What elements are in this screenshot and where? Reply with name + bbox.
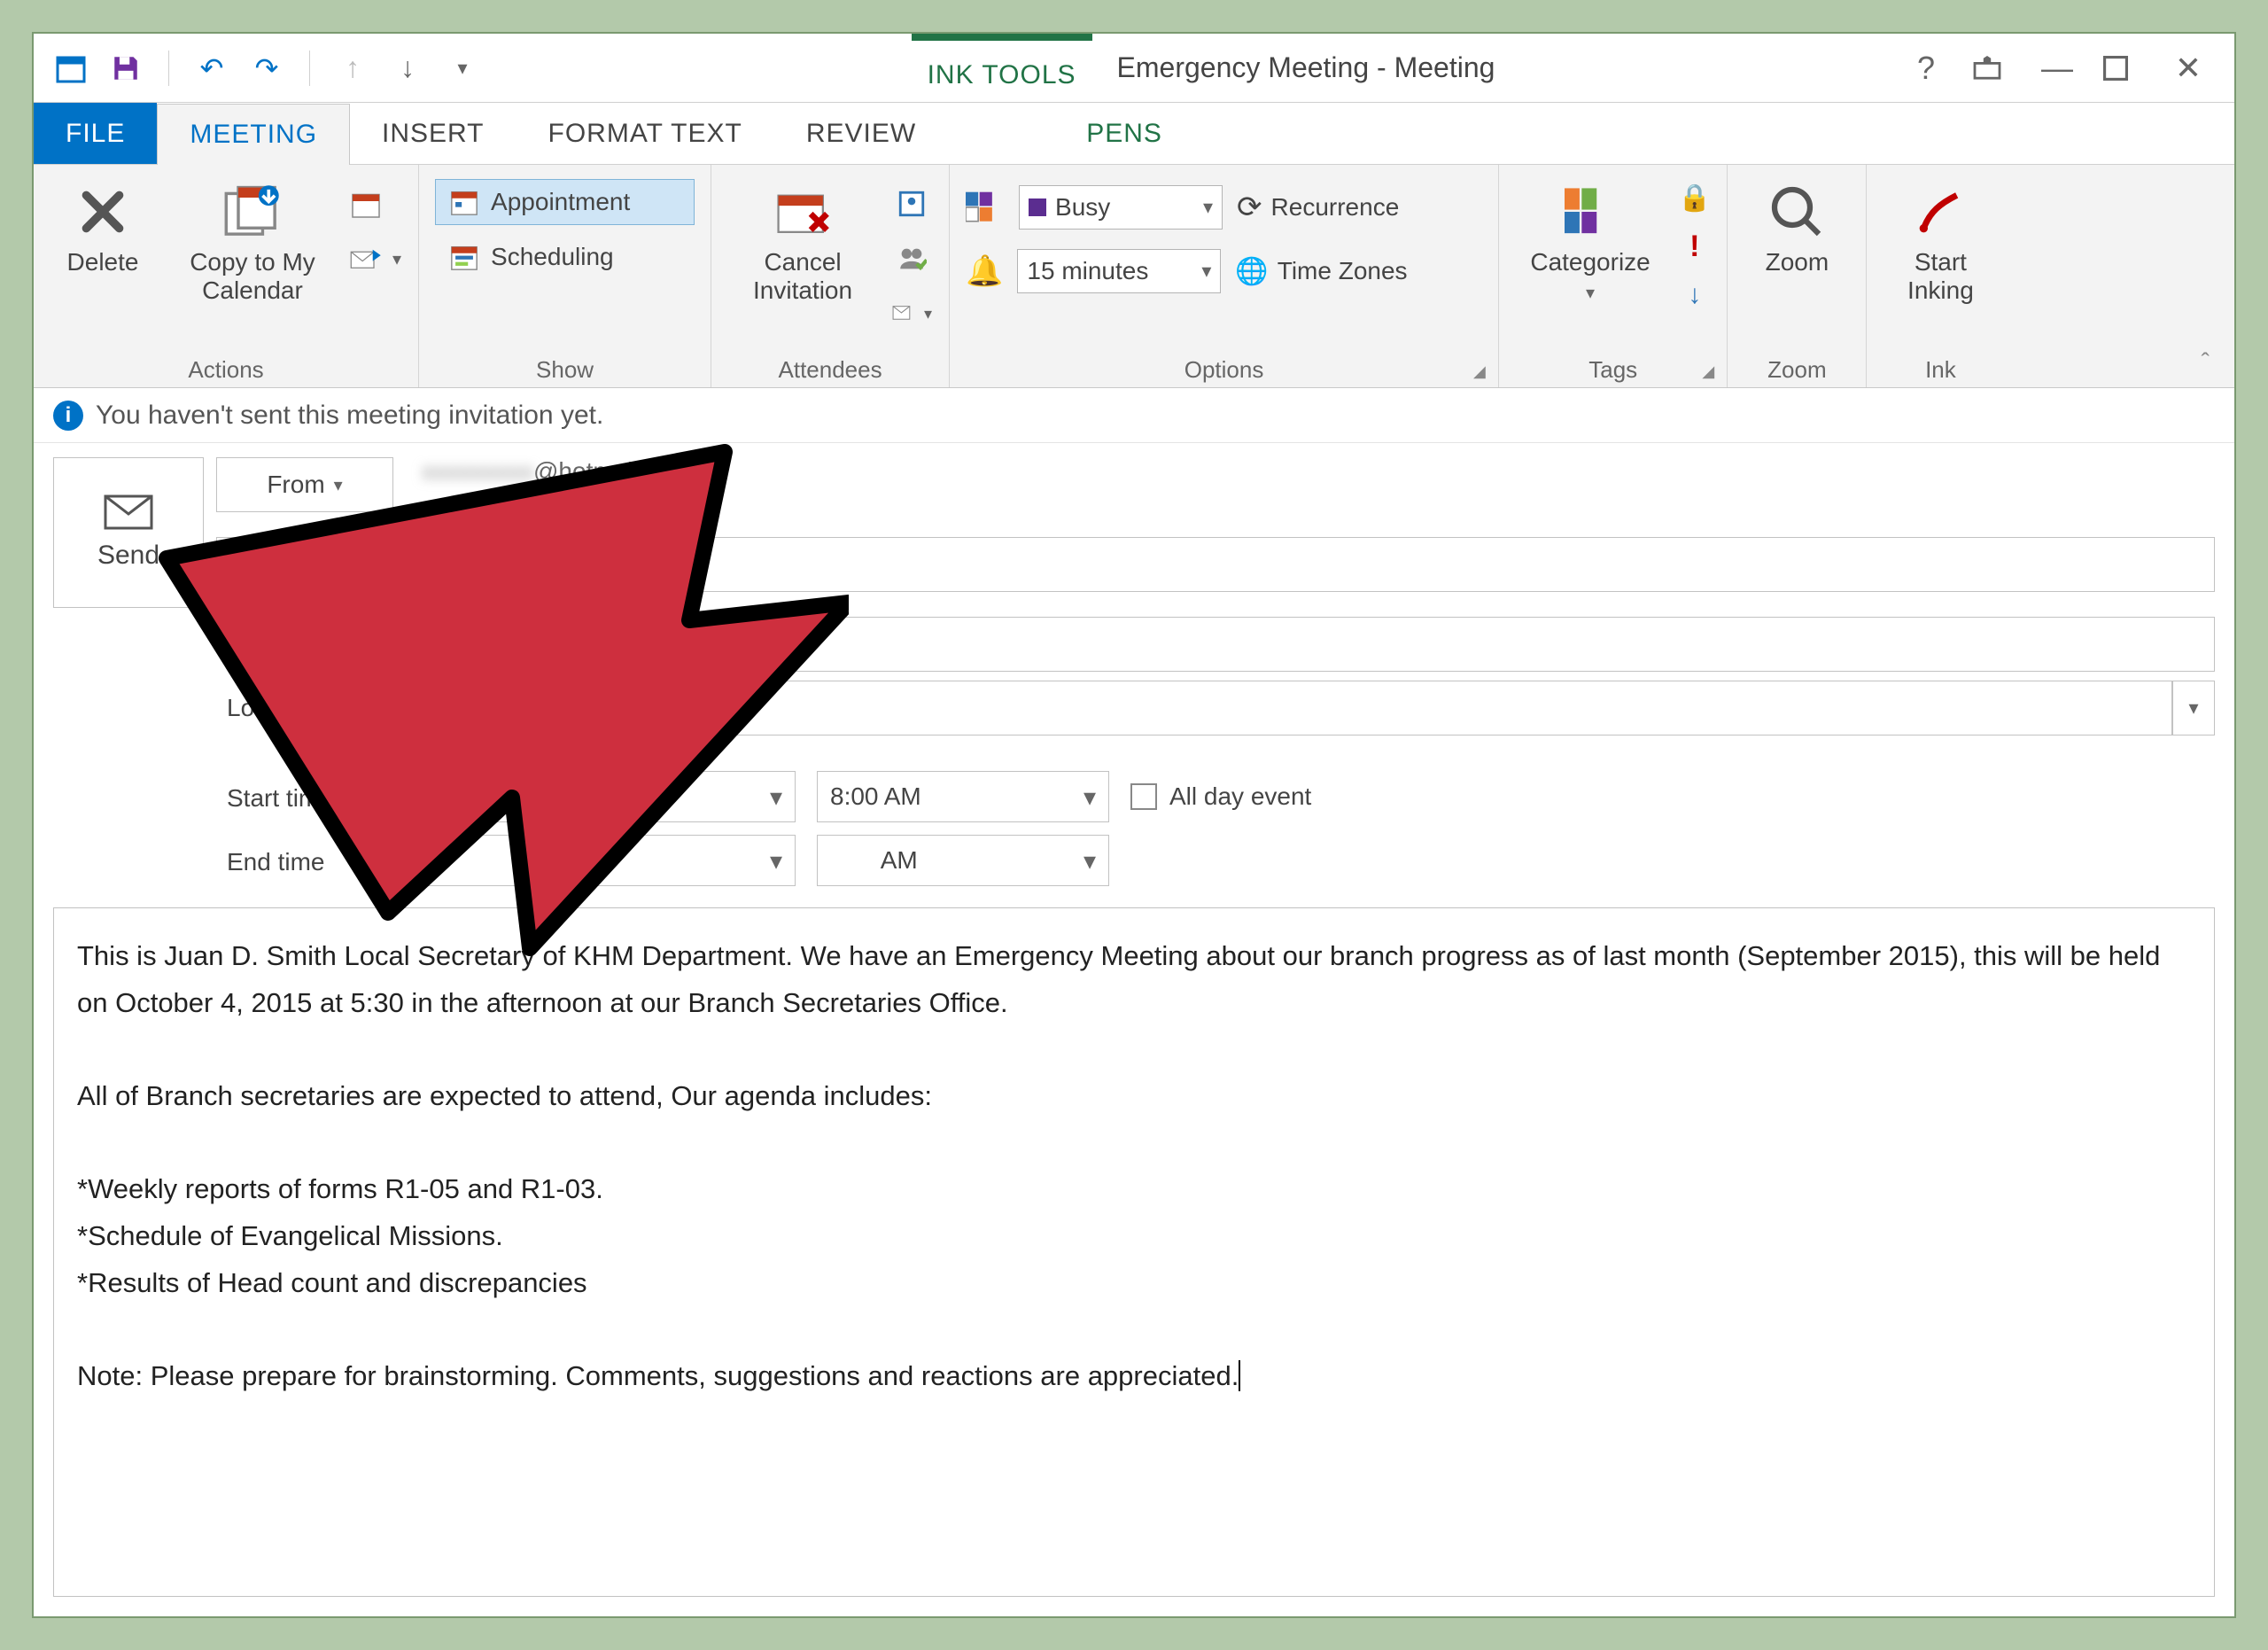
window-controls: ? — ✕ (1907, 50, 2234, 87)
scheduling-button[interactable]: Scheduling (435, 234, 695, 280)
to-field[interactable] (406, 537, 2215, 592)
meeting-body[interactable]: This is Juan D. Smith Local Secretary of… (53, 907, 2215, 1597)
close-icon[interactable]: ✕ (2169, 50, 2208, 87)
tags-dialog-launcher-icon[interactable]: ◢ (1702, 362, 1723, 384)
copy-to-calendar-button[interactable]: Copy to My Calendar (168, 174, 337, 305)
next-icon[interactable]: ↓ (388, 49, 427, 88)
cancel-invitation-button[interactable]: Cancel Invitation (727, 174, 878, 305)
end-date-combo[interactable]: ▾ (406, 835, 796, 886)
delete-icon (72, 181, 134, 243)
categorize-icon (1559, 181, 1621, 243)
scheduling-icon (448, 241, 480, 273)
ribbon-group-attendees: Cancel Invitation ▾ Attendees (711, 165, 950, 387)
cancel-invitation-icon (772, 181, 834, 243)
recurrence-icon: ⟳ (1237, 190, 1262, 225)
info-icon: i (53, 401, 83, 431)
window-title: Emergency Meeting - Meeting (1117, 51, 1495, 84)
redo-icon[interactable]: ↷ (247, 49, 286, 88)
globe-icon: 🌐 (1235, 256, 1268, 287)
tab-pens[interactable]: PENS (1054, 103, 1194, 164)
subject-field[interactable] (406, 617, 2215, 672)
location-label: Location (216, 681, 393, 735)
check-names-icon[interactable] (890, 236, 933, 282)
calendar-small-icon[interactable] (349, 181, 402, 227)
private-icon[interactable]: 🔒 (1678, 183, 1711, 214)
ribbon-group-label: Ink (1883, 353, 1998, 384)
help-icon[interactable]: ? (1907, 50, 1946, 87)
location-field[interactable] (406, 681, 2172, 735)
ink-tools-context-tab: INK TOOLS (912, 34, 1092, 103)
quick-access-toolbar: ↶ ↷ ↑ ↓ ▾ (34, 49, 500, 88)
qat-customize-icon[interactable]: ▾ (443, 49, 482, 88)
calendar-copy-icon (221, 181, 284, 243)
ribbon-group-options: Busy▾ ⟳Recurrence 🔔 15 minutes▾ 🌐Time Zo… (950, 165, 1499, 387)
address-book-icon[interactable] (890, 181, 933, 227)
forward-small-icon[interactable]: ▾ (349, 236, 402, 282)
appointment-button[interactable]: Appointment (435, 179, 695, 225)
infobar-text: You haven't sent this meeting invitation… (96, 401, 603, 431)
envelope-icon (104, 494, 153, 530)
ribbon-group-label: Tags (1515, 353, 1711, 384)
maximize-icon[interactable] (2103, 56, 2142, 81)
time-zones-button[interactable]: 🌐Time Zones (1235, 256, 1407, 287)
tab-review[interactable]: REVIEW (774, 103, 948, 164)
show-as-combo[interactable]: Busy▾ (1019, 185, 1223, 230)
start-inking-button[interactable]: Start Inking (1883, 174, 1998, 305)
all-day-checkbox[interactable]: All day event (1130, 782, 1311, 811)
response-options-icon[interactable]: ▾ (890, 291, 933, 337)
to-button[interactable]: To... (216, 537, 393, 592)
ink-pen-icon (1909, 181, 1971, 243)
end-time-label: End time (216, 835, 393, 890)
outlook-meeting-window: ↶ ↷ ↑ ↓ ▾ INK TOOLS Emergency Meeting - … (32, 32, 2236, 1618)
appointment-icon (448, 186, 480, 218)
ribbon-group-label: Actions (50, 353, 402, 384)
low-importance-icon[interactable]: ↓ (1688, 280, 1701, 310)
tab-meeting[interactable]: MEETING (157, 104, 350, 165)
end-time-combo[interactable]: AM▾ (817, 835, 1109, 886)
delete-button[interactable]: Delete (50, 174, 156, 276)
ribbon-group-tags: Categorize▾ 🔒 ! ↓ Tags ◢ (1499, 165, 1728, 387)
show-as-icon (966, 191, 1005, 223)
send-button[interactable]: Send (53, 457, 204, 608)
ribbon-group-label: Show (435, 353, 695, 384)
tab-insert[interactable]: INSERT (350, 103, 516, 164)
ribbon-group-actions: Delete Copy to My Calendar ▾ Actions (34, 165, 419, 387)
ribbon: Delete Copy to My Calendar ▾ Actions App… (34, 165, 2234, 388)
previous-icon: ↑ (333, 49, 372, 88)
options-dialog-launcher-icon[interactable]: ◢ (1473, 362, 1495, 384)
ribbon-group-label: Attendees (727, 353, 933, 384)
infobar: i You haven't sent this meeting invitati… (34, 388, 2234, 443)
tab-format-text[interactable]: FORMAT TEXT (517, 103, 774, 164)
start-time-label: Start time (216, 771, 393, 826)
from-value: xxxxxxxxx@hotmail.com (406, 457, 2215, 486)
reminder-combo[interactable]: 15 minutes▾ (1017, 249, 1221, 293)
ribbon-group-zoom: Zoom Zoom (1728, 165, 1867, 387)
save-icon[interactable] (106, 49, 145, 88)
start-date-combo[interactable]: ▾ (406, 771, 796, 822)
ribbon-group-label: Options (966, 353, 1482, 384)
from-button[interactable]: From▾ (216, 457, 393, 512)
location-dropdown-icon[interactable]: ▾ (2172, 681, 2215, 735)
ribbon-group-show: Appointment Scheduling Show (419, 165, 711, 387)
ribbon-group-label: Zoom (1744, 353, 1850, 384)
undo-icon[interactable]: ↶ (192, 49, 231, 88)
ribbon-tabs: FILE MEETING INSERT FORMAT TEXT REVIEW P… (34, 103, 2234, 165)
ribbon-group-ink: Start Inking Ink (1867, 165, 2014, 387)
start-time-combo[interactable]: 8:00 AM▾ (817, 771, 1109, 822)
tab-file[interactable]: FILE (34, 103, 157, 164)
ribbon-options-icon[interactable] (1972, 56, 2011, 81)
collapse-ribbon-icon[interactable]: ˆ (2202, 348, 2210, 377)
high-importance-icon[interactable]: ! (1689, 230, 1699, 264)
meeting-form: Send From▾ xxxxxxxxx@hotmail.com To... S… (34, 443, 2234, 890)
zoom-button[interactable]: Zoom (1744, 174, 1850, 276)
calendar-icon[interactable] (51, 49, 90, 88)
subject-label: Subject (216, 617, 393, 672)
categorize-button[interactable]: Categorize▾ (1515, 174, 1666, 305)
titlebar: ↶ ↷ ↑ ↓ ▾ INK TOOLS Emergency Meeting - … (34, 34, 2234, 103)
minimize-icon[interactable]: — (2038, 50, 2077, 87)
recurrence-button[interactable]: ⟳Recurrence (1237, 190, 1399, 225)
zoom-icon (1766, 181, 1828, 243)
reminder-icon: 🔔 (966, 253, 1003, 289)
